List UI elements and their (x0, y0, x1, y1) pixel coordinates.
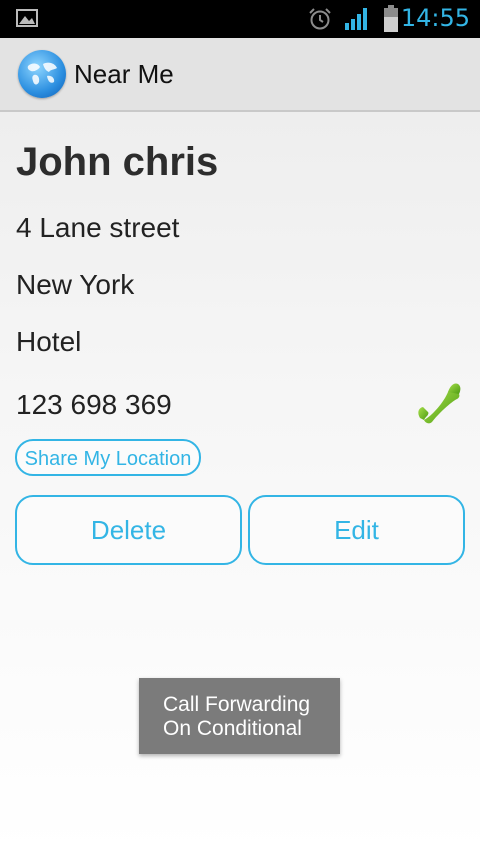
delete-button[interactable]: Delete (15, 495, 242, 565)
status-bar: 14:55 (0, 0, 480, 38)
toast-line-2: On Conditional (163, 717, 302, 740)
toast-message: Call Forwarding On Conditional (139, 678, 340, 754)
action-bar: Near Me (0, 38, 480, 112)
place-address: 4 Lane street (16, 212, 180, 243)
status-time: 14:55 (400, 4, 470, 32)
toast-line-1: Call Forwarding (163, 693, 311, 716)
place-category: Hotel (16, 326, 82, 357)
signal-icon (345, 8, 367, 30)
app-title: Near Me (74, 59, 174, 89)
alarm-icon (309, 8, 331, 30)
share-location-button[interactable]: Share My Location (15, 439, 201, 476)
place-city: New York (16, 269, 135, 300)
globe-icon[interactable] (18, 50, 66, 98)
place-name: John chris (16, 140, 219, 184)
place-phone: 123 698 369 (16, 389, 172, 420)
battery-icon (384, 5, 398, 32)
edit-button[interactable]: Edit (248, 495, 465, 565)
gallery-icon (16, 9, 38, 27)
phone-icon[interactable] (414, 380, 462, 426)
